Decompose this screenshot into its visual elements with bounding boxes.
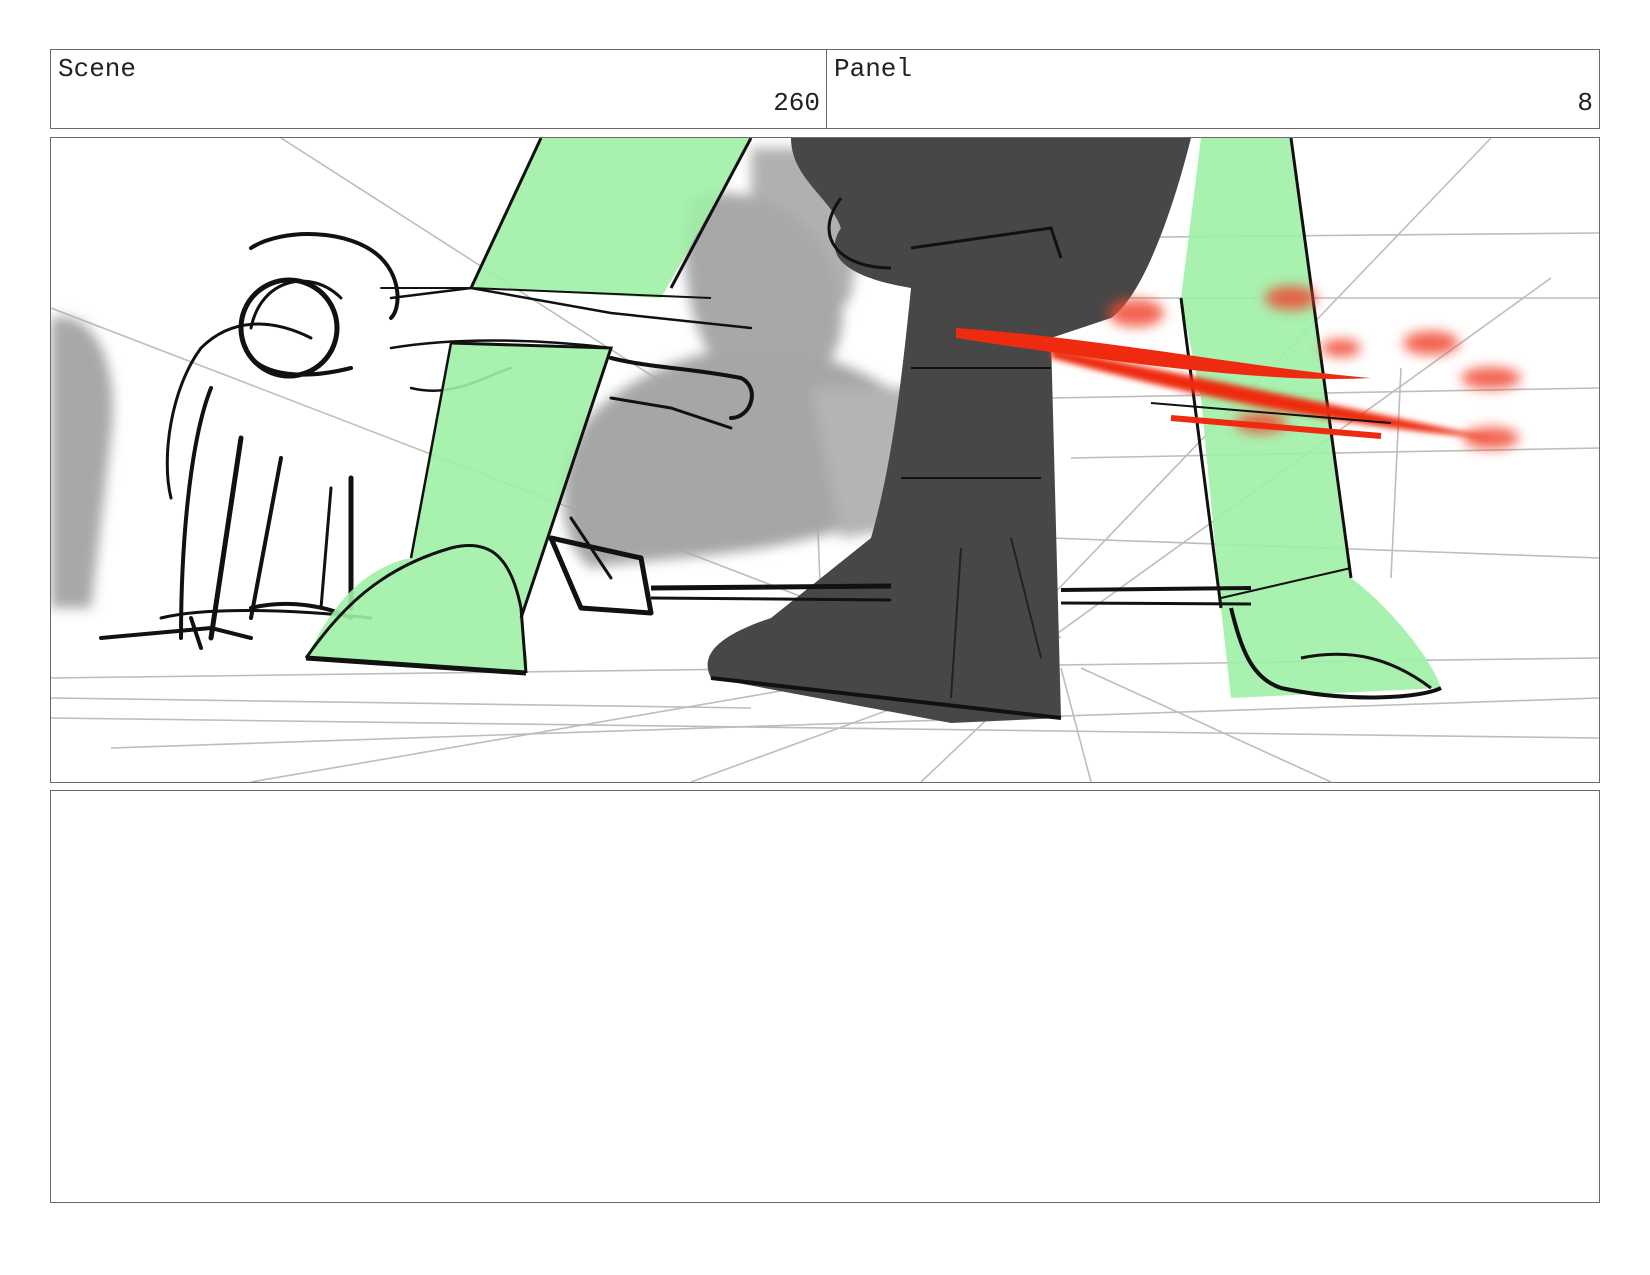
- panel-label: Panel: [834, 54, 913, 84]
- storyboard-sketch: [51, 138, 1599, 782]
- scene-label: Scene: [58, 54, 137, 84]
- storyboard-frame: [50, 137, 1600, 783]
- green-leg-right: [1179, 138, 1442, 700]
- panel-cell: Panel 8: [827, 50, 1599, 128]
- panel-number: 8: [1577, 88, 1593, 118]
- scene-number: 260: [773, 88, 820, 118]
- panel-header: Scene 260 Panel 8: [50, 49, 1600, 129]
- notes-area[interactable]: [50, 790, 1600, 1203]
- scene-cell: Scene 260: [51, 50, 827, 128]
